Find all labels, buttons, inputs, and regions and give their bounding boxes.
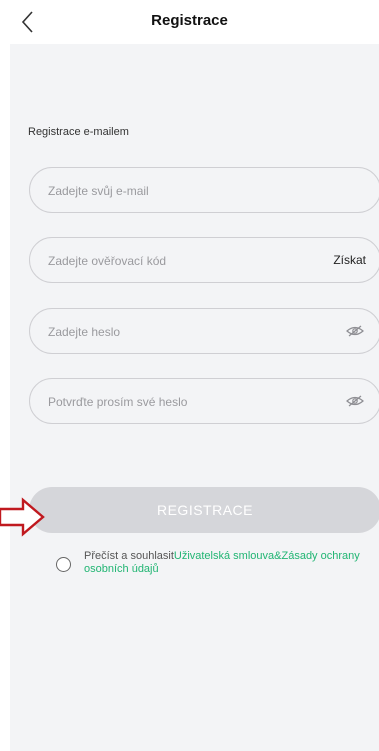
header-bar: Registrace <box>0 0 379 44</box>
confirm-password-input[interactable] <box>46 379 300 425</box>
password-input[interactable] <box>46 309 300 355</box>
registration-panel: Registrace e-mailem Získat REGISTRACE Př… <box>10 44 379 751</box>
user-agreement-link[interactable]: Uživatelská smlouva <box>174 550 274 562</box>
eye-off-icon[interactable] <box>346 394 364 408</box>
get-code-button[interactable]: Získat <box>333 253 366 267</box>
agreement-prefix: Přečíst a souhlasit <box>84 550 174 562</box>
email-field <box>29 167 379 214</box>
agreement-checkbox[interactable] <box>56 557 71 572</box>
section-label: Registrace e-mailem <box>28 126 129 138</box>
email-input[interactable] <box>46 168 300 214</box>
page-title: Registrace <box>151 12 228 29</box>
annotation-arrow-icon <box>0 497 45 537</box>
eye-off-icon[interactable] <box>346 324 364 338</box>
agreement-text: Přečíst a souhlasitUživatelská smlouva&Z… <box>84 550 374 576</box>
verification-code-input[interactable] <box>46 238 300 284</box>
confirm-password-field <box>29 378 379 425</box>
register-button[interactable]: REGISTRACE <box>29 487 379 533</box>
verification-code-field: Získat <box>29 237 379 284</box>
password-field <box>29 308 379 355</box>
